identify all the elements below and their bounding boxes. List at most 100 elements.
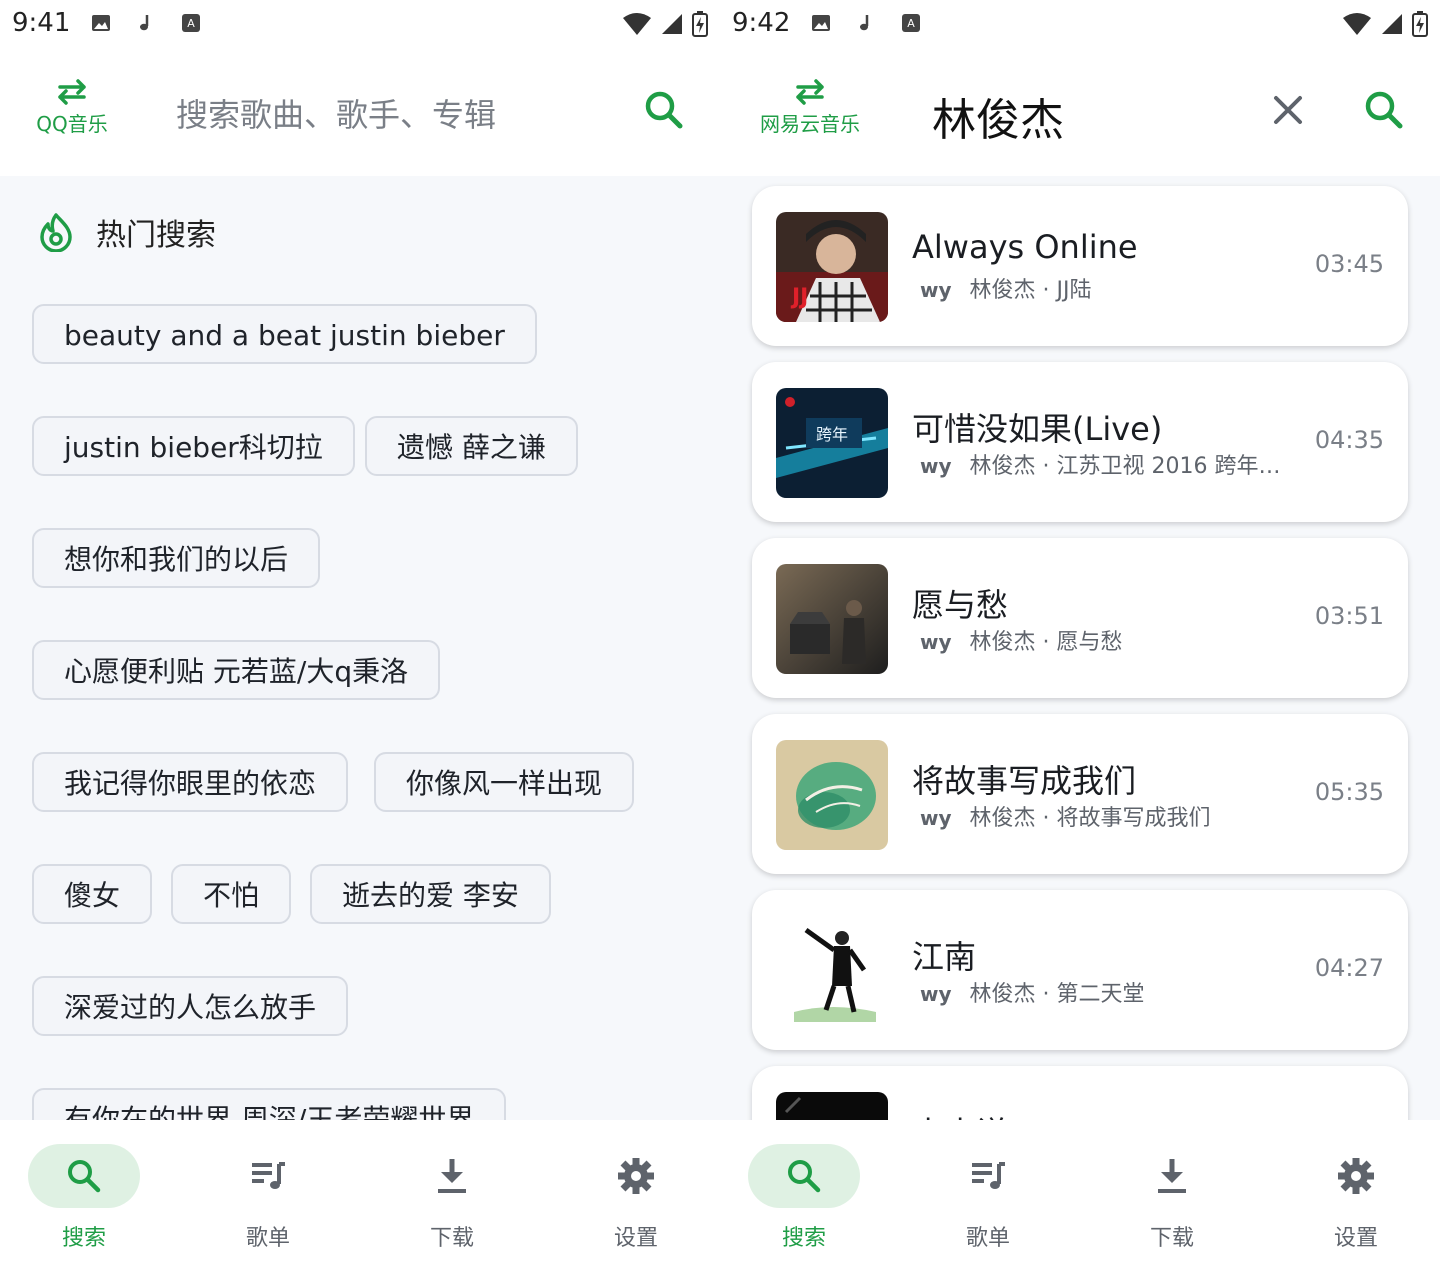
song-title: 将故事写成我们 xyxy=(912,762,1137,800)
hot-search-chip[interactable]: 深爱过的人怎么放手 xyxy=(32,976,349,1036)
svg-text:JJ: JJ xyxy=(790,285,808,310)
status-time: 9:42 xyxy=(732,8,791,38)
gallery-icon xyxy=(92,15,110,31)
keyboard-icon: A xyxy=(902,14,920,32)
search-icon xyxy=(68,1160,101,1193)
nav-item-download[interactable]: 下载 xyxy=(1116,1144,1228,1254)
nav-label: 歌单 xyxy=(965,1226,1010,1251)
song-title: 可惜没如果(Live) xyxy=(912,410,1163,448)
search-results-list: JJ Always Online wy 林俊杰 · JJ陆 03:45 跨年 可惜… xyxy=(720,176,1440,1120)
status-bar: 9:42 A xyxy=(720,0,1440,48)
settings-icon xyxy=(1338,1158,1374,1194)
search-input[interactable]: 林俊杰 xyxy=(932,84,1064,148)
song-title: 愿与愁 xyxy=(912,586,1009,624)
hot-search-chip[interactable]: 你像风一样出现 xyxy=(374,752,635,812)
song-result-card[interactable]: 江南 wy 林俊杰 · 第二天堂 04:27 xyxy=(752,890,1408,1050)
search-input[interactable]: 搜索歌曲、歌手、专辑 xyxy=(176,90,496,136)
song-duration: 03:45 xyxy=(1314,250,1384,278)
signal-icon xyxy=(1382,14,1402,34)
album-cover: 跨年 xyxy=(776,388,888,498)
source-tag: wy xyxy=(920,806,952,830)
song-artist-album: 林俊杰 · 将故事写成我们 xyxy=(969,806,1211,831)
nav-item-settings[interactable]: 设置 xyxy=(580,1144,692,1254)
song-subtitle: wy 林俊杰 · 将故事写成我们 xyxy=(912,800,1302,832)
hot-search-chip[interactable]: 遗憾 薛之谦 xyxy=(365,416,578,476)
music-note-icon xyxy=(140,15,149,31)
source-tag: wy xyxy=(920,630,952,654)
song-duration: 05:35 xyxy=(1314,778,1384,806)
album-cover xyxy=(776,1092,888,1120)
nav-item-playlist[interactable]: 歌单 xyxy=(212,1144,324,1254)
album-cover xyxy=(776,564,888,674)
nav-label: 搜索 xyxy=(61,1226,106,1251)
battery-charging-icon xyxy=(692,11,708,37)
source-tag: wy xyxy=(920,982,952,1006)
song-result-card[interactable]: JJ Always Online wy 林俊杰 · JJ陆 03:45 xyxy=(752,186,1408,346)
song-result-card[interactable]: 跨年 可惜没如果(Live) wy 林俊杰 · 江苏卫视 2016 跨年演唱会 0… xyxy=(752,362,1408,522)
album-cover xyxy=(776,916,888,1026)
song-subtitle: wy 林俊杰 · JJ陆 xyxy=(912,272,1302,304)
svg-text:A: A xyxy=(187,17,195,30)
song-result-card[interactable]: 将故事写成我们 wy 林俊杰 · 将故事写成我们 05:35 xyxy=(752,714,1408,874)
album-cover: JJ xyxy=(776,212,888,322)
hot-search-chip[interactable]: 不怕 xyxy=(171,864,292,924)
song-artist-album: 林俊杰 · 江苏卫视 2016 跨年演唱会 xyxy=(969,454,1302,479)
song-result-card[interactable]: 小小说 wy xyxy=(752,1066,1408,1120)
playlist-icon xyxy=(252,1162,285,1189)
hot-search-chip[interactable]: 想你和我们的以后 xyxy=(32,528,321,588)
hot-search-title: 热门搜索 xyxy=(96,218,216,253)
nav-item-settings[interactable]: 设置 xyxy=(1300,1144,1412,1254)
song-subtitle: wy 林俊杰 · 愿与愁 xyxy=(912,624,1302,656)
source-tag: wy xyxy=(920,454,952,478)
nav-item-download[interactable]: 下载 xyxy=(396,1144,508,1254)
search-screen-qq: 9:41 A QQ音乐 搜索歌曲、歌手、专辑 热门搜索 beauty and a… xyxy=(0,0,720,1280)
search-icon[interactable] xyxy=(1360,86,1408,134)
hot-search-chip[interactable]: 我记得你眼里的依恋 xyxy=(32,752,349,812)
song-subtitle: wy 林俊杰 · 第二天堂 xyxy=(912,976,1302,1008)
source-switch-button[interactable]: QQ音乐 xyxy=(22,78,122,137)
nav-label: 搜索 xyxy=(781,1226,826,1251)
wifi-icon xyxy=(1343,13,1371,35)
search-icon[interactable] xyxy=(640,86,688,134)
nav-item-playlist[interactable]: 歌单 xyxy=(932,1144,1044,1254)
song-title: 江南 xyxy=(912,938,977,976)
song-title: 小小说 xyxy=(912,1108,1008,1120)
download-icon xyxy=(1158,1159,1186,1193)
svg-text:跨年: 跨年 xyxy=(816,425,848,444)
song-subtitle: wy 林俊杰 · 江苏卫视 2016 跨年演唱会 xyxy=(912,448,1302,480)
svg-text:A: A xyxy=(907,17,915,30)
song-duration: 03:51 xyxy=(1314,602,1384,630)
fire-icon xyxy=(40,213,72,252)
nav-item-search[interactable]: 搜索 xyxy=(748,1144,860,1254)
top-search-bar: 网易云音乐 林俊杰 xyxy=(720,48,1440,176)
hot-search-chip[interactable]: 心愿便利贴 元若蓝/大q秉洛 xyxy=(32,640,441,700)
settings-icon xyxy=(618,1158,654,1194)
bottom-navigation: 搜索 歌单 下载 设置 xyxy=(0,1120,720,1280)
hot-search-chip[interactable]: 逝去的爱 李安 xyxy=(310,864,551,924)
bottom-navigation: 搜索 歌单 下载 设置 xyxy=(720,1120,1440,1280)
hot-search-chip[interactable]: beauty and a beat justin bieber xyxy=(32,304,537,364)
song-duration: 04:35 xyxy=(1314,426,1384,454)
status-bar: 9:41 A xyxy=(0,0,720,48)
hot-search-section: 热门搜索 beauty and a beat justin bieber jus… xyxy=(0,176,720,1120)
download-icon xyxy=(438,1159,466,1193)
swap-icon xyxy=(796,79,824,105)
source-label: 网易云音乐 xyxy=(760,112,860,136)
status-time: 9:41 xyxy=(12,8,71,38)
hot-search-heading: 热门搜索 xyxy=(36,210,216,254)
search-icon xyxy=(788,1160,821,1193)
clear-icon[interactable] xyxy=(1264,86,1312,134)
song-result-card[interactable]: 愿与愁 wy 林俊杰 · 愿与愁 03:51 xyxy=(752,538,1408,698)
source-switch-button[interactable]: 网易云音乐 xyxy=(746,78,874,137)
nav-label: 设置 xyxy=(613,1226,658,1251)
hot-search-chip[interactable]: 傻女 xyxy=(32,864,153,924)
song-artist-album: 林俊杰 · 第二天堂 xyxy=(969,982,1145,1007)
nav-item-search[interactable]: 搜索 xyxy=(28,1144,140,1254)
album-cover xyxy=(776,740,888,850)
hot-search-chip[interactable]: justin bieber科切拉 xyxy=(32,416,355,476)
song-title: Always Online xyxy=(912,228,1138,266)
song-duration: 04:27 xyxy=(1314,954,1384,982)
nav-label: 设置 xyxy=(1333,1226,1378,1251)
hot-search-chip[interactable]: 有你在的世界 周深/王者荣耀世界 xyxy=(32,1088,507,1120)
nav-label: 歌单 xyxy=(245,1226,290,1251)
